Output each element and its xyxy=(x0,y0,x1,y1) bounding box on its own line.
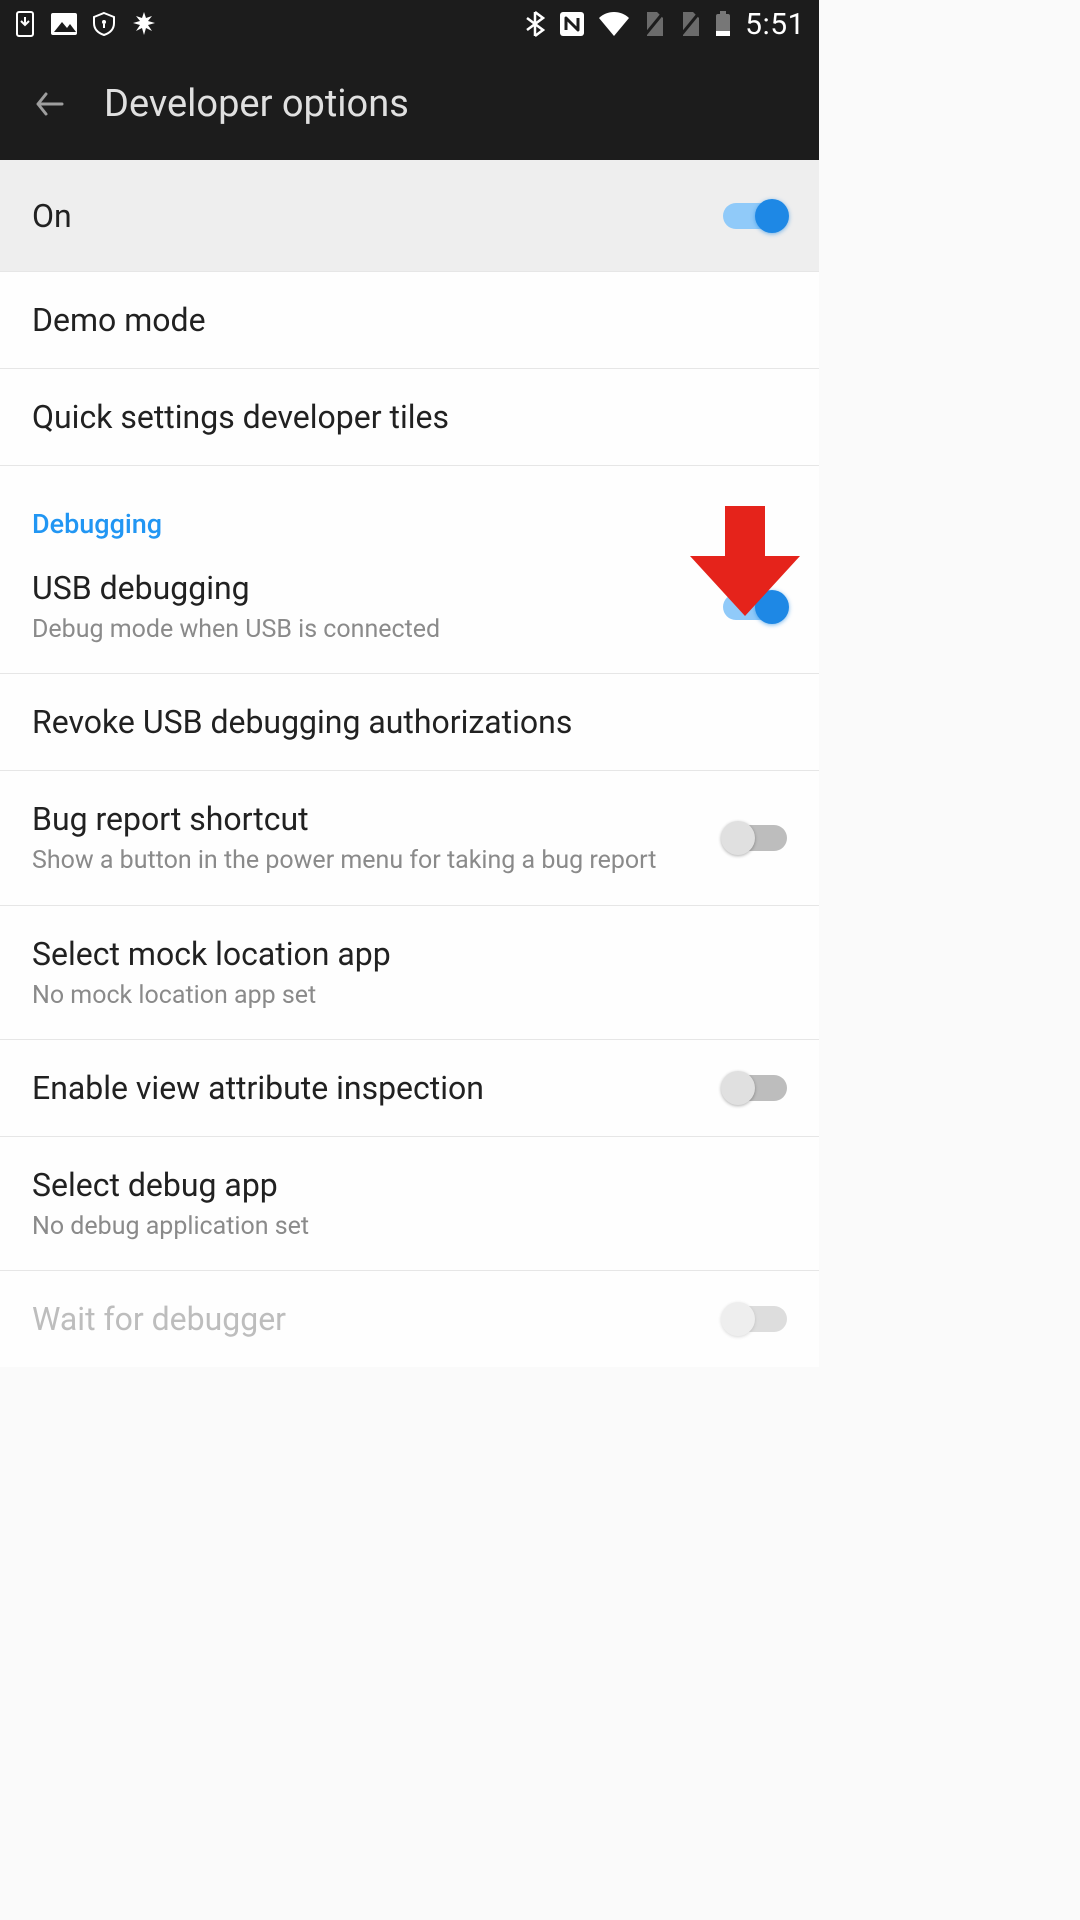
section-header-debugging: Debugging xyxy=(0,466,819,540)
master-switch[interactable] xyxy=(723,198,787,234)
view-attribute-inspection-row[interactable]: Enable view attribute inspection xyxy=(0,1040,819,1137)
wait-for-debugger-switch xyxy=(723,1301,787,1337)
wifi-icon xyxy=(599,12,629,36)
row-label: USB debugging xyxy=(32,568,723,608)
download-notification-icon xyxy=(14,11,36,37)
leaf-notification-icon xyxy=(130,10,158,38)
app-bar: Developer options xyxy=(0,48,819,160)
row-label: Select mock location app xyxy=(32,934,787,974)
image-notification-icon xyxy=(50,12,78,36)
select-mock-location-row[interactable]: Select mock location app No mock locatio… xyxy=(0,906,819,1040)
settings-list: On Demo mode Quick settings developer ti… xyxy=(0,160,819,1367)
row-subtitle: No mock location app set xyxy=(32,980,787,1011)
bug-report-shortcut-row[interactable]: Bug report shortcut Show a button in the… xyxy=(0,771,819,905)
select-debug-app-row[interactable]: Select debug app No debug application se… xyxy=(0,1137,819,1271)
demo-mode-row[interactable]: Demo mode xyxy=(0,272,819,369)
row-subtitle: Show a button in the power menu for taki… xyxy=(32,845,723,876)
master-switch-label: On xyxy=(32,196,723,236)
shield-notification-icon xyxy=(92,11,116,37)
row-label: Enable view attribute inspection xyxy=(32,1068,723,1108)
status-bar: 5:51 xyxy=(0,0,819,48)
no-sim-icon-2 xyxy=(679,11,701,37)
no-sim-icon-1 xyxy=(643,11,665,37)
bug-report-shortcut-switch[interactable] xyxy=(723,820,787,856)
battery-icon xyxy=(715,11,731,37)
row-label: Wait for debugger xyxy=(32,1299,723,1339)
view-attribute-inspection-switch[interactable] xyxy=(723,1070,787,1106)
usb-debugging-row[interactable]: USB debugging Debug mode when USB is con… xyxy=(0,540,819,674)
page-title: Developer options xyxy=(104,82,409,126)
master-switch-row[interactable]: On xyxy=(0,160,819,272)
row-subtitle: No debug application set xyxy=(32,1211,787,1242)
revoke-usb-row[interactable]: Revoke USB debugging authorizations xyxy=(0,674,819,771)
section-label: Debugging xyxy=(32,508,162,540)
row-label: Quick settings developer tiles xyxy=(32,397,787,437)
wait-for-debugger-row: Wait for debugger xyxy=(0,1271,819,1367)
row-label: Select debug app xyxy=(32,1165,787,1205)
row-subtitle: Debug mode when USB is connected xyxy=(32,614,723,645)
back-button[interactable] xyxy=(8,48,92,160)
row-label: Bug report shortcut xyxy=(32,799,723,839)
quick-settings-tiles-row[interactable]: Quick settings developer tiles xyxy=(0,369,819,466)
arrow-left-icon xyxy=(32,86,68,122)
status-bar-clock: 5:51 xyxy=(745,7,805,42)
bluetooth-icon xyxy=(525,10,545,38)
nfc-icon xyxy=(559,11,585,37)
row-label: Revoke USB debugging authorizations xyxy=(32,702,787,742)
usb-debugging-switch[interactable] xyxy=(723,589,787,625)
row-label: Demo mode xyxy=(32,300,787,340)
